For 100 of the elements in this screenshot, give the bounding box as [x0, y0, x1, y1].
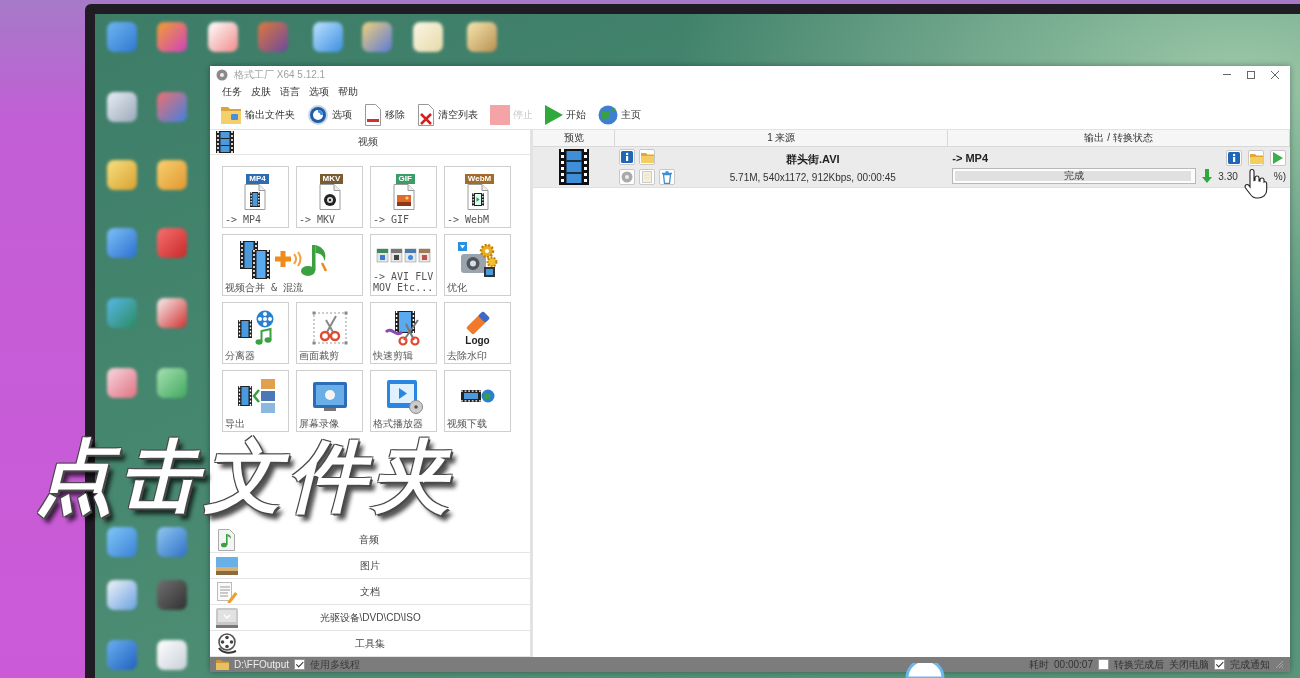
desktop-app-icon[interactable] — [362, 22, 392, 52]
category-button[interactable]: 文档 — [210, 579, 531, 605]
desktop-app-icon[interactable] — [107, 160, 137, 190]
document-minus-icon — [364, 103, 382, 126]
checkbox[interactable] — [1098, 659, 1109, 670]
disc-file-icon — [317, 184, 342, 210]
camera-gears-icon — [457, 242, 498, 278]
info-button[interactable] — [1226, 150, 1242, 166]
category-button[interactable]: 工具集 — [210, 631, 531, 657]
app-icon — [216, 69, 228, 81]
folder-icon — [1249, 152, 1263, 164]
desktop-app-icon[interactable] — [313, 22, 343, 52]
file-name: 群头街.AVI — [786, 151, 840, 167]
desktop-app-icon[interactable] — [157, 160, 187, 190]
maximize-icon — [1247, 71, 1255, 79]
desktop-app-icon[interactable] — [107, 527, 137, 557]
folder-icon — [220, 104, 242, 125]
desktop-app-icon[interactable] — [467, 22, 497, 52]
document-pencil-icon — [216, 580, 238, 603]
music-file-icon — [216, 528, 236, 551]
document-icon — [642, 171, 653, 183]
desktop-app-icon[interactable] — [157, 228, 187, 258]
menu-item[interactable]: 帮助 — [336, 85, 360, 99]
tool-button[interactable]: 格式播放器 — [370, 370, 437, 432]
output-folder-path[interactable]: D:\FFOutput — [234, 659, 289, 670]
play-icon — [1273, 152, 1283, 164]
tool-button[interactable]: 屏幕录像 — [296, 370, 363, 432]
desktop-app-icon[interactable] — [157, 527, 187, 557]
tool-button[interactable]: 画面裁剪 — [296, 302, 363, 364]
toolbar-button[interactable]: 输出文件夹 — [218, 101, 297, 128]
tool-button[interactable]: GIF -> GIF — [370, 166, 437, 228]
desktop-app-icon[interactable] — [107, 580, 137, 610]
tool-button[interactable]: -> AVI FLV MOV Etc... — [370, 234, 437, 296]
desktop-app-icon[interactable] — [107, 368, 137, 398]
tool-button[interactable]: MKV -> MKV — [296, 166, 363, 228]
desktop-app-icon[interactable] — [157, 580, 187, 610]
progress-status: 完成 — [1064, 169, 1085, 183]
tool-button[interactable]: MP4 -> MP4 — [222, 166, 289, 228]
desktop-app-icon[interactable] — [107, 640, 137, 670]
tool-button[interactable]: WebM -> WebM — [444, 166, 511, 228]
toolbar-button[interactable]: 开始 — [543, 101, 588, 128]
column-header[interactable]: 预览 — [533, 130, 616, 147]
format-tag: MKV — [319, 174, 344, 184]
tool-button[interactable]: 分离器 — [222, 302, 289, 364]
checkbox[interactable] — [294, 659, 305, 670]
menu-item[interactable]: 任务 — [220, 85, 244, 99]
folder-icon — [216, 659, 229, 670]
window-title: 格式工厂 X64 5.12.1 — [234, 68, 326, 82]
play-icon — [545, 104, 563, 125]
tool-button[interactable]: 快速剪辑 — [370, 302, 437, 364]
desktop-app-icon[interactable] — [258, 22, 288, 52]
desktop-app-icon[interactable] — [157, 368, 187, 398]
desktop-app-icon[interactable] — [157, 92, 187, 122]
disc-drive-icon — [216, 607, 238, 628]
tool-button[interactable]: 导出 — [222, 370, 289, 432]
folder-button[interactable] — [1248, 150, 1264, 166]
toolbar-button[interactable]: 主页 — [596, 101, 643, 128]
desktop-app-icon[interactable] — [413, 22, 443, 52]
close-icon — [1271, 71, 1279, 79]
play-button[interactable] — [1270, 150, 1286, 166]
film-reel-icon — [216, 632, 238, 655]
output-size: 3.30 — [1218, 170, 1238, 182]
desktop-app-icon[interactable] — [157, 640, 187, 670]
desktop-app-icon[interactable] — [107, 92, 137, 122]
output-format: -> MP4 — [952, 152, 990, 164]
desktop-app-icon[interactable] — [208, 22, 238, 52]
toolbar-button[interactable]: 清空列表 — [415, 101, 480, 128]
category-button[interactable]: 视频 — [210, 130, 531, 155]
column-header[interactable]: 1 来源 — [615, 130, 949, 147]
toolbar-button[interactable]: 选项 — [305, 101, 354, 128]
tool-button[interactable]: 优化 — [444, 234, 511, 296]
column-header[interactable]: 输出 / 转换状态 — [948, 130, 1290, 147]
desktop-app-icon[interactable] — [157, 22, 187, 52]
resize-grip-icon[interactable] — [1275, 660, 1284, 669]
desktop-app-icon[interactable] — [107, 298, 137, 328]
desktop-app-icon[interactable] — [107, 228, 137, 258]
circle-marker-icon — [905, 663, 945, 678]
menu-item[interactable]: 皮肤 — [249, 85, 273, 99]
stop-icon — [490, 104, 510, 125]
toolbar-button[interactable]: 移除 — [362, 101, 407, 128]
checkbox[interactable] — [1214, 659, 1225, 670]
document-x-icon — [417, 103, 435, 126]
elapsed-time: 00:00:07 — [1054, 659, 1093, 670]
desktop-app-icon[interactable] — [157, 298, 187, 328]
file-details: 5.71M, 540x1172, 912Kbps, 00:00:45 — [729, 171, 896, 183]
category-button[interactable]: 光驱设备\DVD\CD\ISO — [210, 605, 531, 631]
file-formats-icon — [375, 246, 432, 263]
menu-item[interactable]: 选项 — [307, 85, 331, 99]
hand-cursor-icon — [1243, 168, 1268, 200]
info-button[interactable] — [619, 149, 636, 165]
tool-button[interactable]: 视频合并 & 混流 — [222, 234, 363, 296]
category-button[interactable]: 音频 — [210, 527, 531, 553]
film-strip-icon — [559, 149, 590, 185]
info-icon — [621, 151, 634, 163]
film-reel-note-icon — [235, 310, 276, 346]
delete-button[interactable] — [659, 169, 676, 185]
tool-button[interactable]: Logo 去除水印 — [444, 302, 511, 364]
tool-button[interactable]: 视频下载 — [444, 370, 511, 432]
desktop-app-icon[interactable] — [107, 22, 137, 52]
menu-item[interactable]: 语言 — [278, 85, 302, 99]
